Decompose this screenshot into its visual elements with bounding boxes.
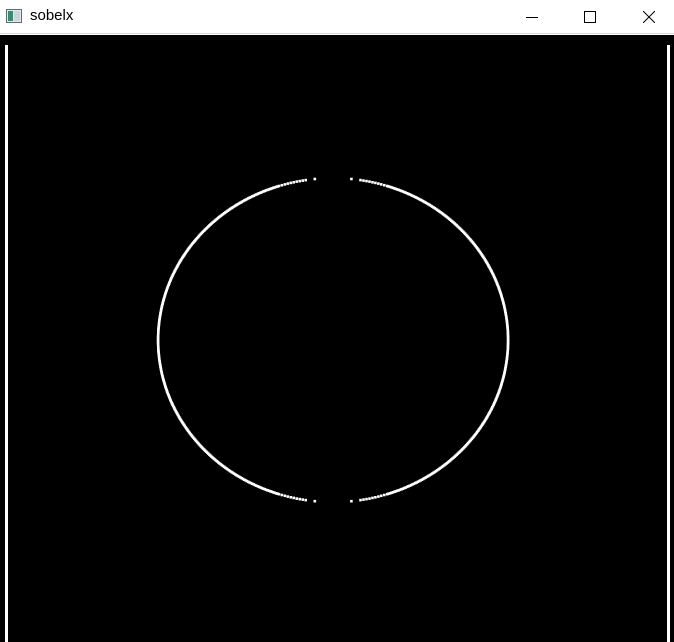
edge-pixel (298, 179, 301, 183)
image-canvas (0, 35, 674, 642)
edge-pixel (385, 492, 389, 496)
edge-pixel (362, 179, 365, 182)
edge-pixel (380, 494, 383, 498)
edge-pixel (280, 493, 284, 497)
edge-pixel (289, 181, 293, 185)
edge-pixel (359, 178, 362, 182)
edge-pixel (383, 183, 386, 187)
edge-pixel (295, 180, 298, 183)
title-bar[interactable]: sobelx (0, 0, 674, 34)
edge-pixel (295, 497, 298, 500)
edge-pixel (377, 495, 380, 498)
window-title: sobelx (30, 7, 74, 24)
edge-pixel (374, 496, 377, 499)
edge-pixel (383, 493, 386, 497)
edge-pixel (371, 496, 374, 500)
close-icon (643, 10, 655, 23)
edge-pixel (277, 184, 281, 188)
edge-pixel (377, 182, 380, 185)
maximize-button[interactable] (567, 0, 613, 33)
edge-pixel (292, 181, 295, 184)
edge-pixel (301, 498, 304, 501)
minimize-icon (526, 16, 538, 18)
edge-pixel (506, 337, 510, 340)
minimize-button[interactable] (509, 0, 555, 33)
edge-pixel (371, 181, 374, 184)
edge-pixel (304, 178, 307, 182)
edge-pixel (368, 497, 371, 500)
edge-pixel (286, 182, 290, 185)
sobel-edge-image (0, 35, 674, 642)
edge-pixel (313, 177, 317, 181)
image-window: sobelx (0, 0, 674, 642)
left-edge-line (5, 45, 8, 642)
edge-pixel (374, 181, 377, 185)
edge-pixel (365, 179, 368, 183)
edge-pixel (283, 183, 287, 186)
edge-pixel (359, 498, 362, 502)
edge-pixel (365, 497, 368, 501)
app-icon (6, 9, 22, 23)
image-background (0, 35, 674, 642)
edge-pixel (292, 496, 295, 500)
maximize-icon (584, 10, 596, 23)
edge-pixel (313, 499, 317, 503)
edge-pixel (350, 499, 353, 503)
edge-pixel (380, 183, 383, 186)
edge-pixel (301, 179, 304, 182)
edge-pixel (283, 494, 287, 498)
edge-pixel (280, 183, 284, 187)
right-edge-line (667, 45, 670, 642)
edge-pixel (298, 497, 301, 501)
edge-pixel (289, 496, 293, 499)
edge-pixel (304, 498, 307, 502)
edge-pixel (350, 177, 353, 181)
close-button[interactable] (626, 0, 672, 33)
edge-pixel (286, 495, 290, 498)
edge-pixel (362, 498, 365, 501)
edge-pixel (368, 180, 371, 183)
